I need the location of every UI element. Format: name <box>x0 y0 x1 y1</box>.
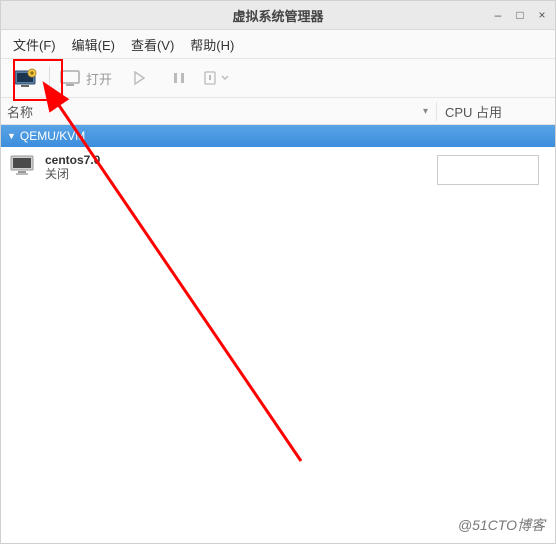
monitor-new-icon <box>14 68 38 88</box>
toolbar-separator <box>49 66 50 90</box>
open-label: 打开 <box>86 69 112 88</box>
column-cpu-label: CPU 占用 <box>445 105 502 120</box>
monitor-icon <box>60 69 82 87</box>
run-button[interactable] <box>122 63 156 93</box>
connection-label: QEMU/KVM <box>20 129 85 143</box>
shutdown-button[interactable] <box>202 70 230 86</box>
vm-monitor-icon <box>9 153 37 177</box>
maximize-button[interactable]: □ <box>513 8 527 22</box>
column-cpu[interactable]: CPU 占用 <box>436 102 555 121</box>
menu-bar: 文件(F) 编辑(E) 查看(V) 帮助(H) <box>1 30 555 59</box>
menu-help[interactable]: 帮助(H) <box>182 33 242 56</box>
pause-button[interactable] <box>162 63 196 93</box>
vm-state: 关闭 <box>45 167 100 181</box>
vm-cpu-cell <box>437 153 547 185</box>
title-bar: 虚拟系统管理器 – □ × <box>1 1 555 30</box>
vm-list: centos7.0 关闭 <box>1 147 555 527</box>
vm-name: centos7.0 <box>45 153 100 167</box>
toolbar: 打开 <box>1 59 555 98</box>
vm-row[interactable]: centos7.0 关闭 <box>1 147 555 191</box>
cpu-usage-graph <box>437 155 539 185</box>
minimize-button[interactable]: – <box>491 8 505 22</box>
expand-icon: ▼ <box>7 131 16 141</box>
column-name[interactable]: 名称 ▾ <box>1 102 436 121</box>
column-headers: 名称 ▾ CPU 占用 <box>1 98 555 125</box>
sort-indicator-icon: ▾ <box>423 106 428 117</box>
menu-view[interactable]: 查看(V) <box>123 33 182 56</box>
play-icon <box>132 71 146 85</box>
chevron-down-icon <box>220 70 230 86</box>
menu-edit[interactable]: 编辑(E) <box>64 33 123 56</box>
watermark: @51CTO博客 <box>458 515 545 535</box>
open-vm-button[interactable]: 打开 <box>56 69 116 88</box>
column-name-label: 名称 <box>7 102 33 121</box>
close-button[interactable]: × <box>535 8 549 22</box>
new-vm-button[interactable] <box>9 63 43 93</box>
window-title: 虚拟系统管理器 <box>1 6 555 25</box>
shutdown-icon <box>202 70 218 86</box>
connection-row[interactable]: ▼ QEMU/KVM <box>1 125 555 147</box>
menu-file[interactable]: 文件(F) <box>5 33 64 56</box>
pause-icon <box>172 71 186 85</box>
